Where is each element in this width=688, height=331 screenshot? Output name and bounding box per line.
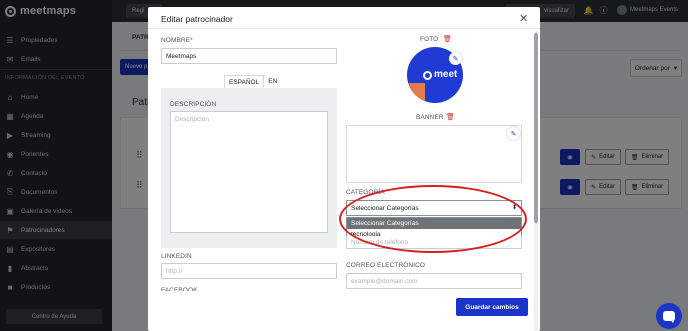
description-label: DESCRIPCIÓN (170, 101, 217, 108)
photo-logo-text: meet (434, 69, 458, 80)
photo-label: FOTO (420, 36, 439, 43)
email-field[interactable]: example@domain.com (346, 273, 522, 289)
description-textarea[interactable]: Descripción (170, 111, 328, 233)
modal-title: Editar patrocinador (161, 14, 233, 24)
facebook-label-partial: FACEBOOK (161, 287, 198, 291)
linkedin-field[interactable]: http:// (161, 263, 337, 279)
meetmaps-logo-icon (423, 71, 432, 80)
chat-icon (663, 311, 675, 323)
banner-label: BANNER (416, 114, 444, 121)
tab-en[interactable]: EN (264, 75, 281, 88)
edit-sponsor-modal: Editar patrocinador ✕ NOMBRE* Meetmaps E… (148, 7, 540, 331)
chat-button[interactable] (656, 303, 682, 329)
save-button[interactable]: Guardar cambios (456, 298, 528, 316)
scroll-thumb[interactable] (534, 33, 538, 223)
modal-header: Editar patrocinador ✕ (148, 7, 540, 29)
trash-icon[interactable]: 🗑 (446, 113, 455, 121)
language-tabs: ESPAÑOL EN (224, 75, 281, 88)
tab-espanol[interactable]: ESPAÑOL (224, 75, 265, 88)
pencil-icon[interactable]: ✎ (449, 52, 462, 65)
modal-scrollbar[interactable] (534, 31, 538, 331)
highlight-annotation (339, 185, 527, 253)
close-icon[interactable]: ✕ (519, 12, 528, 25)
photo-accent (407, 83, 425, 103)
pencil-icon[interactable]: ✎ (507, 127, 520, 140)
email-label: CORREO ELECTRÓNICO (346, 262, 426, 269)
trash-icon[interactable]: 🗑 (443, 35, 452, 43)
linkedin-label: LINKEDIN (161, 253, 192, 260)
name-label: NOMBRE* (161, 37, 193, 44)
banner-upload[interactable] (346, 125, 522, 183)
name-field[interactable]: Meetmaps (161, 48, 337, 64)
